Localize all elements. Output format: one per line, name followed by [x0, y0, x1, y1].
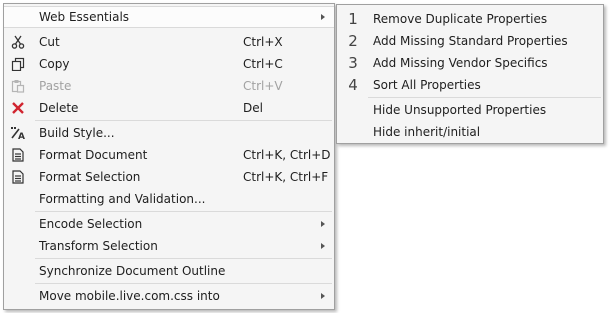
format-document-icon	[10, 144, 26, 166]
submenu-arrow-icon	[321, 293, 325, 299]
menu-item-copy[interactable]: Copy Ctrl+C	[4, 53, 334, 75]
menu-item-web-essentials[interactable]: Web Essentials	[4, 6, 334, 28]
menu-item-label: Add Missing Standard Properties	[373, 34, 568, 48]
submenu-item-sort-all[interactable]: 4 Sort All Properties	[337, 74, 603, 96]
item-number: 3	[348, 54, 358, 72]
submenu-item-hide-unsupported[interactable]: Hide Unsupported Properties	[337, 99, 603, 121]
shortcut-text: Del	[243, 101, 263, 115]
web-essentials-submenu: 1 Remove Duplicate Properties 2 Add Miss…	[336, 4, 604, 144]
shortcut-text: Ctrl+K, Ctrl+D	[243, 148, 331, 162]
shortcut-text: Ctrl+C	[243, 57, 283, 71]
item-number: 1	[348, 10, 358, 28]
scissors-icon	[10, 31, 26, 53]
menu-item-label: Sort All Properties	[373, 78, 481, 92]
menu-item-synchronize-outline[interactable]: Synchronize Document Outline	[4, 260, 334, 282]
menu-item-delete[interactable]: Delete Del	[4, 97, 334, 119]
menu-item-encode-selection[interactable]: Encode Selection	[4, 213, 334, 235]
menu-item-cut[interactable]: Cut Ctrl+X	[4, 31, 334, 53]
shortcut-text: Ctrl+V	[243, 79, 283, 93]
menu-item-label: Paste	[39, 79, 72, 93]
item-number: 4	[348, 76, 358, 94]
menu-item-paste[interactable]: Paste Ctrl+V	[4, 75, 334, 97]
submenu-arrow-icon	[321, 14, 325, 20]
build-style-icon: A	[10, 122, 26, 144]
menu-separator	[368, 97, 601, 98]
submenu-item-add-missing-vendor[interactable]: 3 Add Missing Vendor Specifics	[337, 52, 603, 74]
menu-item-label: Format Selection	[39, 170, 141, 184]
menu-item-format-document[interactable]: Format Document Ctrl+K, Ctrl+D	[4, 144, 334, 166]
item-number: 2	[348, 32, 358, 50]
menu-item-label: Build Style...	[39, 126, 115, 140]
format-selection-icon	[10, 166, 26, 188]
menu-item-label: Copy	[39, 57, 70, 71]
menu-item-label: Encode Selection	[39, 217, 143, 231]
copy-icon	[10, 53, 26, 75]
menu-item-label: Formatting and Validation...	[39, 192, 206, 206]
menu-item-label: Synchronize Document Outline	[39, 264, 226, 278]
menu-item-label: Hide inherit/initial	[373, 125, 481, 139]
menu-item-format-selection[interactable]: Format Selection Ctrl+K, Ctrl+F	[4, 166, 334, 188]
submenu-item-remove-duplicate[interactable]: 1 Remove Duplicate Properties	[337, 8, 603, 30]
menu-item-build-style[interactable]: A Build Style...	[4, 122, 334, 144]
menu-item-move-into[interactable]: Move mobile.live.com.css into	[4, 285, 334, 307]
menu-item-label: Add Missing Vendor Specifics	[373, 56, 548, 70]
menu-separator	[35, 258, 332, 259]
shortcut-text: Ctrl+K, Ctrl+F	[243, 170, 329, 184]
menu-item-label: Cut	[39, 35, 60, 49]
menu-item-label: Web Essentials	[39, 10, 130, 24]
menu-item-label: Move mobile.live.com.css into	[39, 289, 220, 303]
menu-item-label: Format Document	[39, 148, 148, 162]
svg-text:A: A	[18, 132, 25, 140]
submenu-item-add-missing-standard[interactable]: 2 Add Missing Standard Properties	[337, 30, 603, 52]
menu-item-formatting-validation[interactable]: Formatting and Validation...	[4, 188, 334, 210]
submenu-arrow-icon	[321, 221, 325, 227]
shortcut-text: Ctrl+X	[243, 35, 283, 49]
delete-x-icon	[10, 97, 26, 119]
paste-icon	[10, 75, 26, 97]
submenu-item-hide-inherit[interactable]: Hide inherit/initial	[337, 121, 603, 143]
menu-separator	[35, 283, 332, 284]
menu-item-label: Delete	[39, 101, 79, 115]
menu-item-transform-selection[interactable]: Transform Selection	[4, 235, 334, 257]
submenu-arrow-icon	[321, 243, 325, 249]
menu-separator	[35, 211, 332, 212]
context-menu: Web Essentials Cut Ctrl+X Copy Ctrl+C Pa…	[3, 3, 335, 310]
menu-item-label: Hide Unsupported Properties	[373, 103, 547, 117]
menu-item-label: Remove Duplicate Properties	[373, 12, 548, 26]
menu-separator	[35, 120, 332, 121]
menu-item-label: Transform Selection	[39, 239, 158, 253]
